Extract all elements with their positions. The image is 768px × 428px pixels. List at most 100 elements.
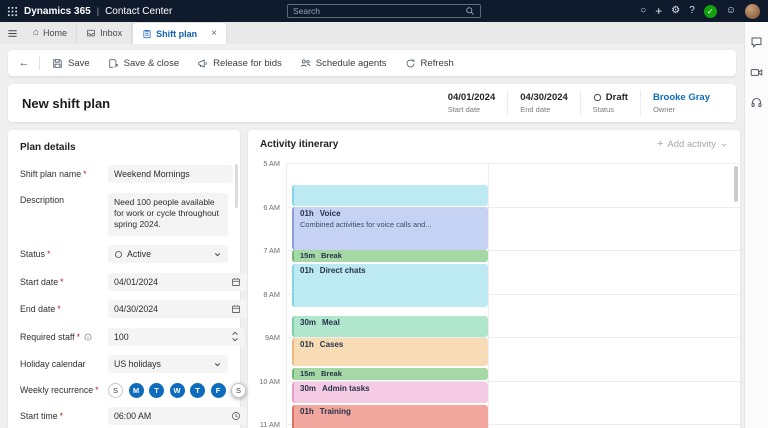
topbar-actions: ○ + ⚙ ? ✓ ☺ (640, 3, 768, 19)
calendar-icon[interactable] (231, 277, 241, 287)
back-button[interactable]: ← (12, 50, 36, 76)
day-friday[interactable]: F (210, 382, 226, 398)
clock-icon[interactable] (231, 411, 241, 421)
activity-block-cases[interactable]: 01h Cases (292, 338, 488, 366)
hamburger-menu-icon[interactable] (0, 22, 24, 44)
activity-block-meal[interactable]: 30m Meal (292, 316, 488, 337)
help-icon[interactable]: ? (689, 6, 695, 16)
user-avatar[interactable] (745, 3, 760, 19)
header-owner-value[interactable]: Brooke Gray (653, 92, 710, 103)
activity-block[interactable] (292, 185, 488, 206)
close-tab-icon[interactable]: × (211, 28, 217, 39)
day-tuesday[interactable]: T (149, 382, 164, 398)
feedback-smiley-icon[interactable]: ☺ (726, 6, 736, 16)
shift-plan-name-input[interactable] (114, 169, 227, 179)
holiday-calendar-dropdown[interactable]: US holidays (108, 355, 228, 373)
people-icon (300, 58, 311, 69)
header-status-label: Status (592, 105, 615, 114)
page-title: New shift plan (22, 95, 111, 111)
shift-plan-name-field[interactable] (108, 165, 233, 183)
status-check-badge-icon[interactable]: ✓ (703, 4, 717, 18)
activity-block-direct-chats[interactable]: 01h Direct chats (292, 264, 488, 307)
session-tab-strip: ⌂ Home Inbox Shift plan × (0, 22, 744, 44)
header-owner-label: Owner (652, 105, 676, 114)
required-staff-stepper[interactable] (108, 327, 245, 346)
plan-details-title: Plan details (20, 142, 76, 153)
brand-name[interactable]: Dynamics 365 (24, 6, 91, 17)
status-label: Status * (20, 249, 51, 259)
header-meta: 04/01/2024 Start date 04/30/2024 End dat… (436, 84, 722, 122)
itinerary-header: Activity itinerary + Add activity (248, 130, 740, 154)
field-status: Status * Active (20, 245, 228, 263)
activity-block-training[interactable]: 01h Training (292, 405, 488, 428)
chat-icon[interactable] (749, 34, 765, 50)
tab-home[interactable]: ⌂ Home (24, 22, 78, 44)
start-date-field[interactable] (108, 272, 247, 291)
search-icon (465, 6, 475, 16)
day-wednesday[interactable]: W (169, 382, 185, 398)
required-asterisk: * (76, 331, 81, 342)
day-saturday[interactable]: S (231, 382, 246, 398)
start-date-input[interactable] (114, 276, 227, 287)
day-thursday[interactable]: T (190, 382, 205, 398)
shift-plan-name-label: Shift plan name * (20, 169, 87, 179)
divider (39, 56, 40, 70)
required-asterisk: * (95, 385, 99, 395)
gridline-vertical (286, 163, 287, 428)
calendar-icon[interactable] (231, 304, 241, 314)
hour-label: 5 AM (263, 159, 280, 168)
field-shift-plan-name: Shift plan name * (20, 165, 233, 183)
info-icon[interactable] (84, 333, 92, 341)
required-staff-input[interactable] (114, 331, 227, 342)
global-search[interactable] (287, 4, 481, 18)
app-name[interactable]: Contact Center (105, 6, 172, 17)
description-field[interactable]: Need 100 people available for work or cy… (108, 192, 228, 236)
start-date-label: Start date * (20, 276, 64, 287)
header-end-date-label: End date (520, 105, 551, 114)
stepper-icons[interactable] (231, 331, 239, 342)
video-camera-icon[interactable] (749, 64, 765, 80)
activity-block-admin-tasks[interactable]: 30m Admin tasks (292, 382, 488, 403)
add-activity-label: Add activity (667, 139, 716, 150)
hour-label: 7 AM (263, 246, 280, 255)
itinerary-scrollbar[interactable] (734, 166, 738, 202)
end-date-field[interactable] (108, 300, 247, 318)
tab-home-label: Home (43, 28, 68, 38)
add-icon[interactable]: + (655, 5, 662, 17)
activity-subtitle: Combined activities for voice calls and.… (300, 219, 432, 229)
field-end-date: End date * (20, 300, 247, 318)
field-start-date: Start date * (20, 272, 247, 291)
start-time-input[interactable] (114, 411, 227, 421)
required-asterisk: * (83, 169, 87, 179)
end-date-input[interactable] (114, 304, 227, 314)
inbox-icon (86, 28, 96, 38)
left-panel-scrollbar[interactable] (235, 164, 238, 208)
add-activity-button[interactable]: + Add activity (657, 139, 728, 150)
status-dropdown[interactable]: Active (108, 245, 228, 263)
schedule-agents-button[interactable]: Schedule agents (291, 50, 396, 76)
field-start-time: Start time * (20, 407, 247, 425)
activity-block-break[interactable]: 15m Break (292, 250, 488, 262)
start-time-field[interactable] (108, 407, 247, 425)
activity-block-voice[interactable]: 01h Voice Combined activities for voice c… (292, 207, 488, 250)
save-button[interactable]: Save (43, 50, 99, 76)
record-header: New shift plan 04/01/2024 Start date 04/… (8, 84, 736, 122)
waffle-menu-icon[interactable] (0, 0, 24, 22)
required-asterisk: * (57, 304, 61, 314)
refresh-button[interactable]: Refresh (396, 50, 463, 76)
presence-icon[interactable]: ○ (640, 6, 646, 16)
release-for-bids-button[interactable]: Release for bids (188, 50, 291, 76)
search-input[interactable] (293, 6, 465, 16)
activity-name: Voice (319, 209, 341, 218)
day-sunday[interactable]: S (108, 382, 123, 398)
settings-gear-icon[interactable]: ⚙ (671, 6, 680, 16)
day-schedule: 5 AM 6 AM 7 AM 8 AM 9AM 10 AM 11 AM 01h V… (248, 156, 740, 428)
holiday-calendar-label: Holiday calendar (20, 359, 86, 369)
save-and-close-button[interactable]: Save & close (99, 50, 188, 76)
tab-shift-plan[interactable]: Shift plan × (132, 22, 227, 44)
tab-inbox[interactable]: Inbox (77, 22, 133, 44)
tab-inbox-label: Inbox (100, 28, 123, 38)
day-monday[interactable]: M (128, 382, 144, 398)
headset-icon[interactable] (749, 94, 765, 110)
activity-block-break-2[interactable]: 15m Break (292, 368, 488, 380)
